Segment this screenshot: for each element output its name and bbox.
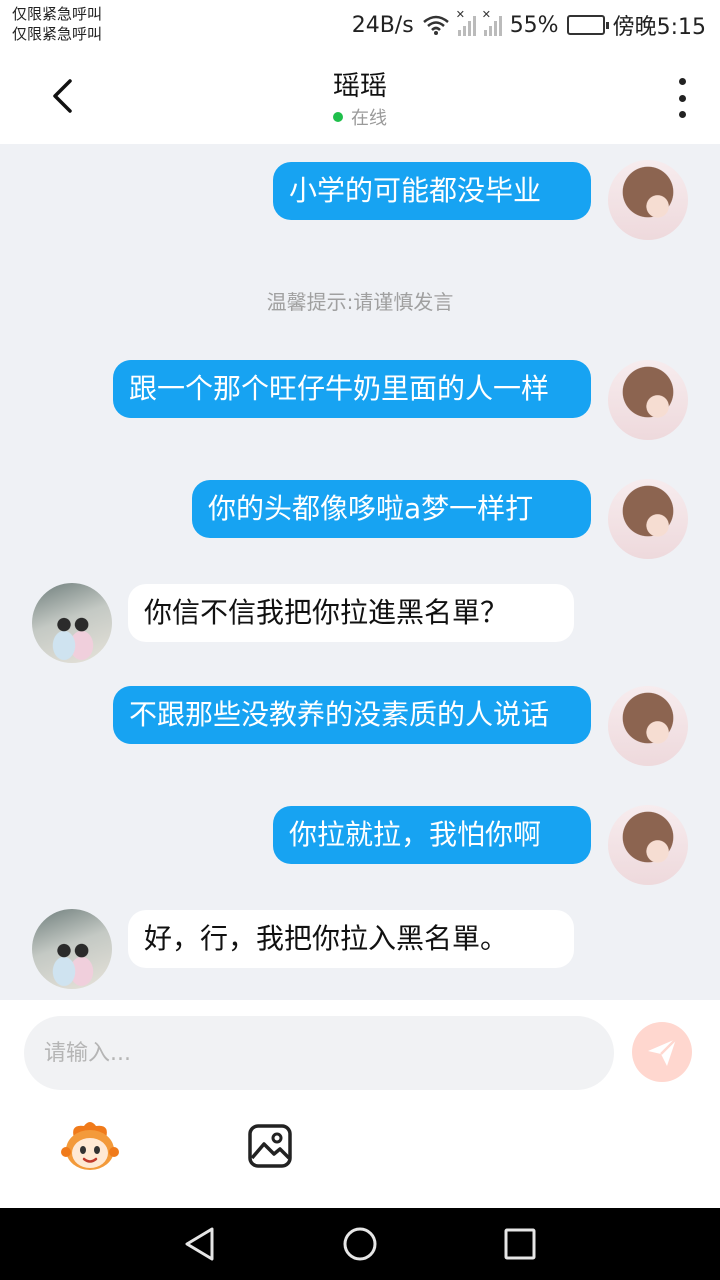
more-dot bbox=[678, 111, 686, 118]
battery-percent: 55% bbox=[509, 12, 559, 38]
avatar[interactable] bbox=[608, 360, 688, 440]
message-text: 你信不信我把你拉進黑名單？ bbox=[144, 596, 509, 629]
presence-label: 在线 bbox=[351, 108, 387, 129]
message-input[interactable] bbox=[24, 1016, 614, 1090]
message-bubble[interactable]: 小学的可能都没毕业 bbox=[273, 162, 591, 220]
composer bbox=[0, 1000, 720, 1208]
emoji-button[interactable] bbox=[60, 1116, 120, 1176]
carrier-line-2: 仅限紧急呼叫 bbox=[12, 25, 103, 43]
square-recent-icon bbox=[504, 1228, 536, 1260]
wifi-icon bbox=[422, 15, 449, 35]
message-text: 好，行，我把你拉入黑名單。 bbox=[144, 922, 509, 955]
signal-1-icon: ✕ bbox=[456, 8, 476, 36]
circle-home-icon bbox=[343, 1227, 377, 1261]
nav-recent-button[interactable] bbox=[502, 1226, 538, 1262]
battery-icon bbox=[566, 15, 609, 35]
system-notice: 温馨提示:请谨慎发言 bbox=[266, 290, 454, 314]
system-nav-bar bbox=[0, 1208, 720, 1280]
carrier-text: 仅限紧急呼叫 仅限紧急呼叫 bbox=[12, 4, 102, 44]
message-bubble[interactable]: 好，行，我把你拉入黑名單。 bbox=[128, 910, 574, 968]
avatar[interactable] bbox=[32, 909, 112, 989]
nav-home-button[interactable] bbox=[342, 1226, 378, 1262]
contact-name: 瑶瑶 bbox=[333, 71, 387, 102]
message-bubble[interactable]: 不跟那些没教养的没素质的人说话 bbox=[113, 686, 591, 744]
send-button[interactable] bbox=[632, 1022, 692, 1082]
triangle-back-icon bbox=[185, 1227, 214, 1261]
emoji-icon bbox=[61, 1122, 119, 1170]
carrier-line-1: 仅限紧急呼叫 bbox=[12, 5, 103, 23]
message-text: 小学的可能都没毕业 bbox=[289, 174, 542, 207]
message-text: 你拉就拉，我怕你啊 bbox=[289, 818, 542, 851]
avatar[interactable] bbox=[32, 583, 112, 663]
message-list[interactable]: 小学的可能都没毕业 温馨提示:请谨慎发言 跟一个那个旺仔牛奶里面的人一样 你的头… bbox=[0, 144, 720, 1000]
send-icon bbox=[648, 1038, 677, 1066]
image-icon bbox=[248, 1124, 292, 1168]
message-text: 不跟那些没教养的没素质的人说话 bbox=[129, 698, 550, 731]
message-bubble[interactable]: 你拉就拉，我怕你啊 bbox=[273, 806, 591, 864]
message-text: 跟一个那个旺仔牛奶里面的人一样 bbox=[129, 372, 550, 405]
nav-back-button[interactable] bbox=[182, 1226, 218, 1262]
presence-indicator: 在线 bbox=[0, 104, 720, 130]
clock: 傍晚5:15 bbox=[612, 15, 706, 40]
message-text: 你的头都像哆啦a梦一样打 bbox=[208, 492, 534, 525]
avatar[interactable] bbox=[608, 479, 688, 559]
more-dot bbox=[678, 94, 686, 102]
avatar[interactable] bbox=[608, 805, 688, 885]
message-bubble[interactable]: 跟一个那个旺仔牛奶里面的人一样 bbox=[113, 360, 591, 418]
image-button[interactable] bbox=[246, 1122, 294, 1170]
avatar[interactable] bbox=[608, 160, 688, 240]
message-bubble[interactable]: 你信不信我把你拉進黑名單？ bbox=[128, 584, 574, 642]
chat-header: 瑶瑶 在线 bbox=[0, 50, 720, 144]
net-speed: 24B/s bbox=[351, 12, 414, 38]
status-bar: 仅限紧急呼叫 仅限紧急呼叫 24B/s ✕ ✕ 55% 傍晚5:15 bbox=[0, 0, 720, 50]
signal-2-icon: ✕ bbox=[482, 8, 502, 36]
avatar[interactable] bbox=[608, 686, 688, 766]
more-options-button[interactable] bbox=[672, 78, 692, 118]
message-bubble[interactable]: 你的头都像哆啦a梦一样打 bbox=[192, 480, 591, 538]
status-indicators: 24B/s ✕ ✕ 55% 傍晚5:15 bbox=[352, 8, 706, 42]
online-dot-icon bbox=[333, 112, 343, 122]
more-dot bbox=[678, 78, 686, 85]
